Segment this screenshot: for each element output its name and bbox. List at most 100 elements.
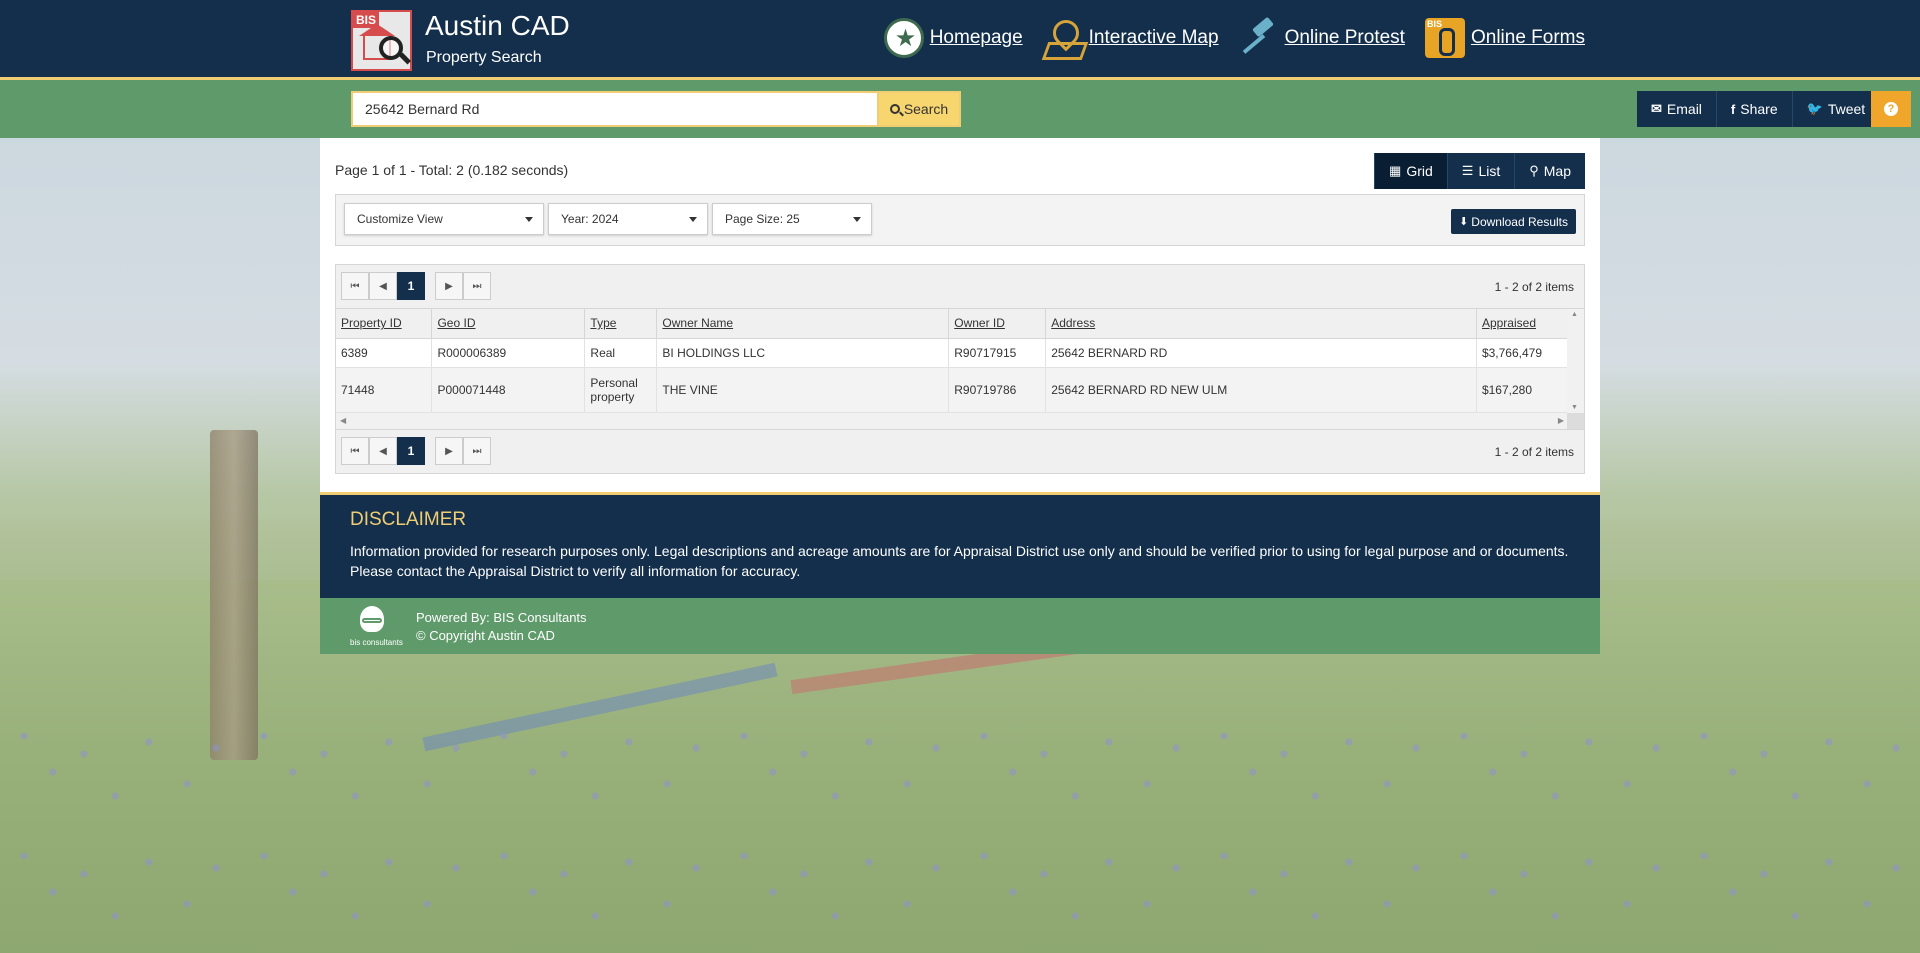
first-page-button[interactable]: ⏮: [341, 272, 369, 300]
site-title: Austin CAD: [425, 10, 570, 41]
map-view-button[interactable]: ⚲ Map: [1514, 153, 1585, 189]
page-size-label: Page Size: 25: [725, 212, 800, 226]
map-pin-icon: [1043, 18, 1083, 58]
pager-top: ⏮ ◀ 1 ▶ ⏭ 1 - 2 of 2 items: [336, 265, 1584, 309]
col-type[interactable]: Type: [584, 309, 658, 339]
map-marker-icon: ⚲: [1529, 163, 1539, 178]
nav-online-protest-label: Online Protest: [1284, 27, 1405, 48]
share-button[interactable]: f Share: [1716, 91, 1793, 127]
list-view-button[interactable]: ☰ List: [1446, 153, 1515, 189]
pager-info: 1 - 2 of 2 items: [1494, 280, 1574, 294]
envelope-icon: ✉: [1651, 101, 1662, 116]
page-size-dropdown[interactable]: Page Size: 25: [712, 203, 872, 235]
bis-logo-icon[interactable]: BIS: [351, 10, 412, 71]
disclaimer-title: DISCLAIMER: [350, 509, 467, 530]
footer: bis consultants Powered By: BIS Consulta…: [320, 598, 1600, 654]
results-summary: Page 1 of 1 - Total: 2 (0.182 seconds): [335, 162, 569, 178]
help-button[interactable]: ?: [1871, 91, 1911, 127]
search-bar: Search ✉ Email f Share 🐦 Tweet ?: [0, 80, 1920, 138]
next-page-button[interactable]: ▶: [435, 437, 463, 465]
chevron-down-icon: [525, 217, 533, 222]
download-results-button[interactable]: ⬇ Download Results: [1451, 209, 1576, 234]
cell-owner-name: THE VINE: [656, 367, 950, 413]
tweet-label: Tweet: [1827, 101, 1866, 117]
nav-homepage[interactable]: Homepage: [883, 18, 1023, 58]
year-dropdown[interactable]: Year: 2024: [548, 203, 708, 235]
star-badge-icon: [883, 18, 924, 58]
search-icon: [889, 104, 900, 114]
chevron-down-icon: [689, 217, 697, 222]
copyright: © Copyright Austin CAD: [416, 628, 555, 643]
grid-label: Grid: [1406, 163, 1433, 179]
top-nav: Homepage Interactive Map Online Protest …: [864, 18, 1585, 58]
col-property-id[interactable]: Property ID: [336, 309, 433, 339]
disclaimer-section: DISCLAIMER Information provided for rese…: [320, 492, 1600, 598]
cell-type: Real: [584, 338, 658, 368]
nav-online-forms[interactable]: Online Forms: [1424, 18, 1585, 58]
col-address[interactable]: Address: [1045, 309, 1477, 339]
list-icon: ☰: [1461, 163, 1474, 178]
paperclip-forms-icon: [1424, 18, 1465, 58]
help-icon: ?: [1884, 102, 1898, 116]
search-input[interactable]: [351, 91, 879, 127]
share-group: ✉ Email f Share 🐦 Tweet: [1637, 91, 1881, 127]
horizontal-scrollbar[interactable]: [336, 413, 1568, 430]
search-button[interactable]: Search: [877, 91, 961, 127]
table-row[interactable]: 6389 R000006389 Real BI HOLDINGS LLC R90…: [336, 338, 1569, 368]
download-results-label: Download Results: [1471, 214, 1568, 229]
cell-property-id: 6389: [336, 338, 433, 368]
disclaimer-text: Information provided for research purpos…: [350, 543, 1569, 579]
nav-interactive-map-label: Interactive Map: [1088, 27, 1219, 48]
customize-view-label: Customize View: [357, 212, 443, 226]
results-panel: Page 1 of 1 - Total: 2 (0.182 seconds) ▦…: [320, 138, 1600, 492]
nav-interactive-map[interactable]: Interactive Map: [1043, 18, 1219, 58]
cell-geo-id: R000006389: [431, 338, 586, 368]
cell-owner-id: R90719786: [948, 367, 1047, 413]
last-page-button[interactable]: ⏭: [463, 437, 491, 465]
page-1-button[interactable]: 1: [397, 437, 425, 465]
col-appraised[interactable]: Appraised: [1476, 309, 1569, 339]
chevron-down-icon: [853, 217, 861, 222]
powered-by: Powered By: BIS Consultants: [416, 610, 587, 625]
page-1-button[interactable]: 1: [397, 272, 425, 300]
tweet-button[interactable]: 🐦 Tweet: [1792, 91, 1881, 127]
grid-icon: ▦: [1389, 163, 1402, 178]
scroll-corner: [1567, 413, 1584, 430]
cell-geo-id: P000071448: [431, 367, 586, 413]
results-grid: ⏮ ◀ 1 ▶ ⏭ 1 - 2 of 2 items Property ID G…: [335, 264, 1585, 474]
cell-appraised: $3,766,479: [1476, 338, 1569, 368]
email-label: Email: [1666, 101, 1702, 117]
pager-info: 1 - 2 of 2 items: [1494, 445, 1574, 459]
nav-online-protest[interactable]: Online Protest: [1239, 18, 1405, 58]
email-button[interactable]: ✉ Email: [1637, 91, 1717, 127]
cell-type: Personal property: [584, 367, 658, 413]
twitter-icon: 🐦: [1806, 101, 1823, 116]
vertical-scrollbar[interactable]: [1567, 309, 1584, 413]
last-page-button[interactable]: ⏭: [463, 272, 491, 300]
col-owner-name[interactable]: Owner Name: [656, 309, 950, 339]
prev-page-button[interactable]: ◀: [369, 272, 397, 300]
table-area: Property ID Geo ID Type Owner Name Owner…: [336, 309, 1584, 430]
nav-online-forms-label: Online Forms: [1470, 27, 1585, 48]
next-page-button[interactable]: ▶: [435, 272, 463, 300]
nav-homepage-label: Homepage: [929, 27, 1023, 48]
first-page-button[interactable]: ⏮: [341, 437, 369, 465]
table-row[interactable]: 71448 P000071448 Personal property THE V…: [336, 367, 1569, 413]
view-toggle: ▦ Grid ☰ List ⚲ Map: [1374, 153, 1585, 189]
results-table: Property ID Geo ID Type Owner Name Owner…: [336, 309, 1569, 413]
col-geo-id[interactable]: Geo ID: [431, 309, 586, 339]
pager-bottom: ⏮ ◀ 1 ▶ ⏭ 1 - 2 of 2 items: [336, 429, 1584, 473]
cell-owner-name: BI HOLDINGS LLC: [656, 338, 950, 368]
cell-property-id: 71448: [336, 367, 433, 413]
footer-logo-label: bis consultants: [350, 638, 403, 647]
site-subtitle: Property Search: [426, 49, 542, 66]
cell-owner-id: R90717915: [948, 338, 1047, 368]
map-label: Map: [1543, 163, 1571, 179]
customize-view-dropdown[interactable]: Customize View: [344, 203, 544, 235]
cell-address: 25642 BERNARD RD NEW ULM: [1045, 367, 1477, 413]
filter-bar: Customize View Year: 2024 Page Size: 25 …: [335, 194, 1585, 246]
share-label: Share: [1740, 101, 1778, 117]
col-owner-id[interactable]: Owner ID: [948, 309, 1047, 339]
grid-view-button[interactable]: ▦ Grid: [1374, 153, 1447, 189]
prev-page-button[interactable]: ◀: [369, 437, 397, 465]
